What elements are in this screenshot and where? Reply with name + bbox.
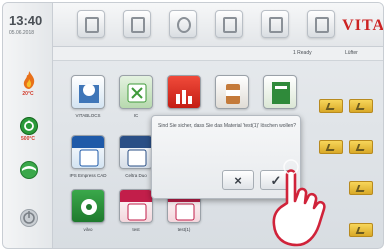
- tile-test[interactable]: [119, 189, 153, 223]
- tile-celtra-duo[interactable]: [119, 135, 153, 169]
- temperature-label: 20°C: [22, 91, 34, 97]
- back-button[interactable]: [349, 223, 373, 237]
- material-icon[interactable]: [123, 10, 151, 38]
- top-toolbar: VITA: [53, 3, 384, 47]
- close-icon: ×: [234, 173, 242, 188]
- edit-alt-button[interactable]: [349, 99, 373, 113]
- tile-label: vilvo: [83, 227, 93, 232]
- status-column: 13:40 05.06.2018 20°C 500°C: [3, 3, 53, 248]
- edit-button[interactable]: [319, 99, 343, 113]
- settings-icon[interactable]: [169, 10, 197, 38]
- flame-icon: [19, 70, 39, 90]
- dialog-message: Sind Sie sicher, dass Sie das Material '…: [158, 123, 297, 129]
- clock: 13:40: [9, 13, 43, 28]
- folder-button[interactable]: [319, 140, 343, 154]
- touch-screen: 13:40 05.06.2018 20°C 500°C VITA 1 Ready…: [2, 2, 384, 249]
- tile-label: IPS Empress CAD: [69, 173, 107, 178]
- service-icon[interactable]: [261, 10, 289, 38]
- tile-ic[interactable]: [119, 75, 153, 109]
- hand-pointer-icon: [265, 153, 335, 248]
- date: 05.06.2018: [9, 30, 35, 36]
- tile-material-green[interactable]: [263, 75, 297, 109]
- tile-material-red[interactable]: [167, 75, 201, 109]
- tile-label: VITABLOCS: [75, 113, 101, 118]
- tile-label: test(1): [177, 227, 191, 232]
- ready-label: 1 Ready: [293, 50, 312, 56]
- lufter-label: Lüfter: [345, 50, 358, 56]
- brand-logo: VITA: [342, 17, 384, 34]
- status-subbar: 1 Ready Lüfter: [53, 47, 383, 61]
- tile-material-jar[interactable]: [215, 75, 249, 109]
- power-icon[interactable]: [19, 208, 39, 228]
- export-button[interactable]: [349, 181, 373, 195]
- tile-vitablocs[interactable]: [71, 75, 105, 109]
- vacuum-icon: [19, 116, 39, 136]
- program-icon[interactable]: [77, 10, 105, 38]
- tile-vilvo[interactable]: [71, 189, 105, 223]
- firing-icon[interactable]: [215, 10, 243, 38]
- vacuum-temperature-label: 500°C: [21, 136, 35, 142]
- tile-ips-empress[interactable]: [71, 135, 105, 169]
- tile-label: test: [132, 227, 140, 232]
- cancel-button[interactable]: ×: [222, 170, 254, 190]
- info-icon[interactable]: [307, 10, 335, 38]
- cooling-icon[interactable]: [19, 160, 39, 180]
- up-button[interactable]: [349, 140, 373, 154]
